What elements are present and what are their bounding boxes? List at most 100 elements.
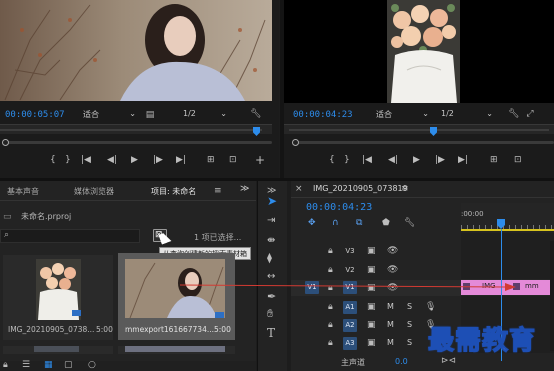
close-tab-icon[interactable]: × bbox=[295, 183, 303, 195]
tabs-overflow-icon[interactable]: ≫ bbox=[240, 184, 249, 194]
zoom-slider-icon[interactable]: ○ bbox=[88, 359, 96, 371]
source-playhead[interactable] bbox=[253, 127, 260, 136]
step-back-icon[interactable]: ◀| bbox=[388, 154, 398, 166]
mark-out-icon[interactable]: } bbox=[344, 154, 350, 166]
timeline-menu-icon[interactable]: ≡ bbox=[401, 183, 409, 195]
play-icon[interactable]: ▶ bbox=[413, 154, 420, 166]
hand-tool-icon[interactable]: ✋︎ bbox=[267, 308, 273, 320]
list-view-icon[interactable]: ☰ bbox=[22, 359, 30, 371]
lock-icon[interactable]: 🔒︎ bbox=[328, 337, 333, 349]
program-video-frame bbox=[387, 0, 460, 103]
mark-in-icon[interactable]: { bbox=[329, 154, 335, 166]
ripple-edit-tool-icon[interactable]: ⇼ bbox=[267, 235, 275, 247]
lock-icon[interactable]: 🔒︎ bbox=[328, 319, 333, 331]
icon-view-icon[interactable]: ▦ bbox=[44, 359, 53, 371]
source-ratio-dropdown[interactable]: 1/2 ⌄ bbox=[183, 109, 227, 121]
track-select-tool-icon[interactable]: ⇥ bbox=[267, 215, 275, 227]
project-filename: 未命名.prproj bbox=[21, 212, 72, 221]
source-ratio-label: 1/2 bbox=[183, 109, 196, 118]
type-tool-icon[interactable]: T bbox=[267, 327, 275, 339]
step-back-icon[interactable]: ◀| bbox=[107, 154, 117, 166]
source-video-frame bbox=[0, 0, 272, 101]
sync-lock-icon[interactable]: ▣ bbox=[367, 319, 376, 331]
program-scrubber[interactable] bbox=[284, 124, 554, 134]
project-item[interactable]: IMG_20210905_0738... 5:00 bbox=[3, 255, 113, 340]
program-fit-label: 适合 bbox=[376, 110, 392, 119]
mark-out-icon[interactable]: } bbox=[65, 154, 71, 166]
chevron-down-icon: ⌄ bbox=[129, 109, 136, 118]
zoom-handle-left-icon[interactable] bbox=[292, 139, 299, 146]
track-target-a3[interactable]: A3 bbox=[343, 337, 357, 350]
timeline-scrollbar[interactable] bbox=[550, 241, 554, 351]
sync-lock-icon[interactable]: ▣ bbox=[367, 337, 376, 349]
track-target-a1[interactable]: A1 bbox=[343, 301, 357, 314]
timeline-tab[interactable]: IMG_20210905_073819 bbox=[313, 184, 408, 193]
program-ratio-dropdown[interactable]: 1/2 ⌄ bbox=[441, 109, 493, 121]
source-fit-dropdown[interactable]: 适合 ⌄ bbox=[83, 109, 139, 121]
marker-icon[interactable]: ⬟ bbox=[382, 217, 390, 229]
source-zoom-bar[interactable] bbox=[4, 141, 272, 144]
snap-icon[interactable]: ✥ bbox=[308, 217, 316, 229]
watermark: 最需教育 bbox=[427, 325, 537, 356]
go-to-out-icon[interactable]: ▶| bbox=[458, 154, 468, 166]
master-value[interactable]: 0.0 bbox=[395, 357, 408, 366]
tab-menu-icon[interactable]: ≡ bbox=[214, 185, 222, 197]
master-label: 主声道 bbox=[341, 358, 365, 367]
mute-button[interactable]: M bbox=[387, 320, 394, 329]
tab-media-browser[interactable]: 媒体浏览器 bbox=[74, 186, 114, 197]
lock-icon[interactable]: 🔒︎ bbox=[328, 301, 333, 313]
program-ratio-label: 1/2 bbox=[441, 109, 454, 118]
tab-project[interactable]: 项目: 未命名 bbox=[151, 186, 196, 197]
lock-icon[interactable]: 🔒︎ bbox=[3, 359, 8, 371]
go-to-in-icon[interactable]: |◀ bbox=[362, 154, 372, 166]
go-to-in-icon[interactable]: |◀ bbox=[81, 154, 91, 166]
item-name: mmexport161667734... bbox=[125, 325, 215, 334]
eye-icon[interactable]: 👁︎ bbox=[387, 245, 398, 257]
add-button-icon[interactable]: + bbox=[255, 154, 265, 166]
razor-tool-icon[interactable]: ⧫ bbox=[267, 253, 272, 265]
mute-button[interactable]: M bbox=[387, 302, 394, 311]
item-duration: 5:00 bbox=[96, 325, 113, 334]
step-forward-icon[interactable]: |▶ bbox=[435, 154, 445, 166]
item-duration: 5:00 bbox=[214, 325, 231, 334]
lift-icon[interactable]: ⊞ bbox=[490, 154, 498, 166]
timeline-ruler[interactable]: :00:00 bbox=[461, 203, 554, 231]
insert-icon[interactable]: ⊞ bbox=[207, 154, 215, 166]
track-target-a2[interactable]: A2 bbox=[343, 319, 357, 332]
program-timecode: 00:00:04:23 bbox=[293, 110, 353, 120]
mute-button[interactable]: M bbox=[387, 338, 394, 347]
wrench-icon[interactable]: 🔧︎ bbox=[250, 108, 262, 120]
sync-lock-icon[interactable]: ▣ bbox=[367, 301, 376, 313]
play-icon[interactable]: ▶ bbox=[131, 154, 138, 166]
program-playhead[interactable] bbox=[430, 127, 437, 136]
wrench-icon[interactable]: 🔧︎ bbox=[508, 108, 520, 120]
program-zoom-bar[interactable] bbox=[294, 141, 554, 144]
microphone-icon[interactable]: 🎙︎ bbox=[425, 301, 436, 313]
go-to-out-icon[interactable]: ▶| bbox=[176, 154, 186, 166]
selection-tool-icon[interactable]: ➤ bbox=[267, 195, 277, 207]
lock-icon[interactable]: 🔒︎ bbox=[328, 245, 333, 257]
solo-button[interactable]: S bbox=[407, 338, 412, 347]
mouse-cursor-icon bbox=[158, 231, 172, 245]
sync-lock-icon[interactable]: ▣ bbox=[367, 245, 376, 257]
program-fit-dropdown[interactable]: 适合 ⌄ bbox=[376, 109, 432, 121]
freeform-view-icon[interactable]: ▢ bbox=[64, 359, 73, 371]
solo-button[interactable]: S bbox=[407, 302, 412, 311]
source-scrubber[interactable] bbox=[0, 124, 272, 134]
item-badge-icon bbox=[215, 312, 224, 318]
tab-essential-sound[interactable]: 基本声音 bbox=[7, 186, 39, 197]
linked-selection-icon[interactable]: ∩ bbox=[332, 217, 339, 229]
nest-icon[interactable]: ⧉ bbox=[356, 217, 362, 229]
program-transport: { } |◀ ◀| ▶ |▶ ▶| ⊞ ⊡ bbox=[324, 154, 554, 168]
source-timecode: 00:00:05:07 bbox=[5, 110, 65, 120]
zoom-handle-left-icon[interactable] bbox=[2, 139, 9, 146]
export-frame-icon[interactable]: ⤢ bbox=[524, 108, 536, 120]
wrench-icon[interactable]: 🔧︎ bbox=[404, 217, 415, 229]
settings-square-icon[interactable]: ▤ bbox=[145, 109, 155, 121]
extract-icon[interactable]: ⊡ bbox=[514, 154, 522, 166]
search-input[interactable]: ⌕ bbox=[0, 229, 140, 243]
overwrite-icon[interactable]: ⊡ bbox=[229, 154, 237, 166]
solo-button[interactable]: S bbox=[407, 320, 412, 329]
mark-in-icon[interactable]: { bbox=[50, 154, 56, 166]
step-forward-icon[interactable]: |▶ bbox=[153, 154, 163, 166]
